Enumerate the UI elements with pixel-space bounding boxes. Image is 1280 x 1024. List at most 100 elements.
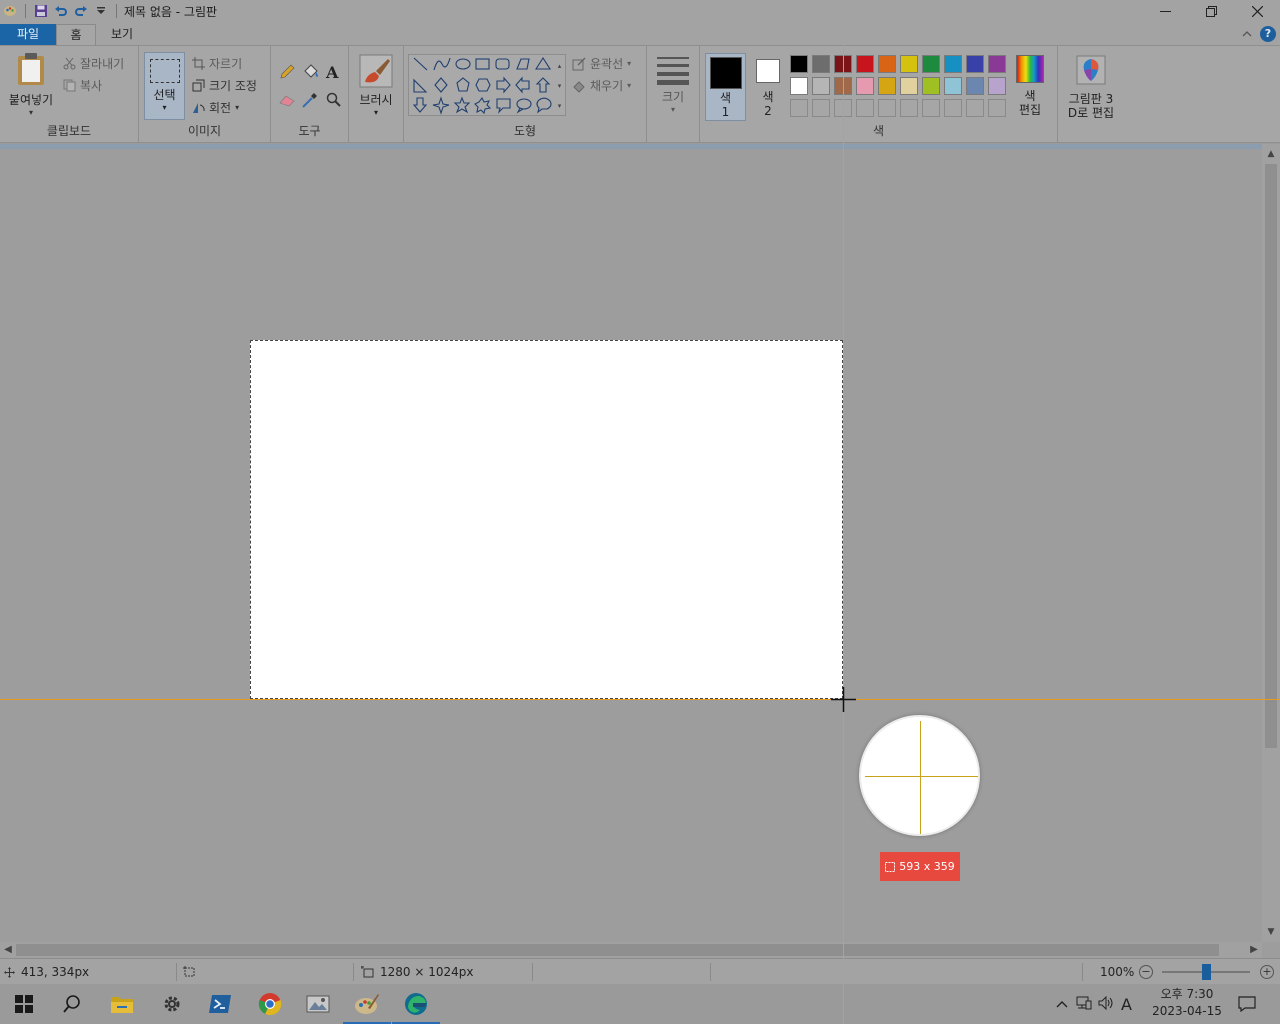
palette-swatch[interactable] [856,77,874,95]
resize-icon [191,79,205,93]
palette-custom-slot[interactable] [878,99,896,117]
palette-custom-slot[interactable] [812,99,830,117]
palette-custom-slot[interactable] [790,99,808,117]
customize-dropdown-icon[interactable] [93,3,109,19]
zoom-in-icon[interactable]: + [1260,965,1274,979]
palette-swatch[interactable] [812,77,830,95]
help-icon[interactable]: ? [1260,26,1276,42]
close-button[interactable] [1234,0,1280,22]
palette-swatch[interactable] [966,77,984,95]
zoom-slider-thumb[interactable] [1202,964,1211,980]
magnifier-icon[interactable] [326,92,341,110]
resize-button[interactable]: 크기 조정 [191,77,257,94]
brushes-button[interactable]: 브러시 ▾ [354,54,398,117]
zoom-out-icon[interactable]: − [1139,965,1153,979]
copy-button[interactable]: 복사 [62,77,102,94]
vertical-scroll-thumb[interactable] [1265,164,1277,748]
minimize-button[interactable] [1142,0,1188,22]
shapes-scroll[interactable]: ▴ ▾ ▾ [554,56,565,116]
canvas-size: 1280 × 1024px [361,959,473,985]
group-colors: 색1 색2 색 편집 색 [700,46,1058,142]
palette-custom-slot[interactable] [900,99,918,117]
paint-app-icon[interactable] [2,3,18,19]
palette-swatch[interactable] [878,55,896,73]
color1-button[interactable]: 색1 [705,53,746,121]
text-tool-icon[interactable]: A [326,63,338,82]
palette-swatch[interactable] [922,55,940,73]
crop-button[interactable]: 자르기 [191,55,242,72]
palette-swatch[interactable] [878,77,896,95]
palette-swatch[interactable] [900,55,918,73]
size-button[interactable]: 크기 ▾ [653,55,693,114]
collapse-ribbon-icon[interactable] [1242,30,1252,38]
scroll-left-icon[interactable]: ◀ [0,942,16,958]
fill-bucket-icon[interactable] [302,64,319,83]
paint-icon[interactable] [343,984,391,1024]
palette-custom-slot[interactable] [922,99,940,117]
photos-icon[interactable] [294,984,342,1024]
palette-custom-slot[interactable] [856,99,874,117]
select-button[interactable]: 선택 ▾ [144,52,185,120]
color2-button[interactable]: 색2 [752,53,784,118]
tab-home[interactable]: 홈 [56,24,96,45]
vertical-scrollbar[interactable]: ▲ ▼ [1262,144,1280,942]
tab-file[interactable]: 파일 [0,24,56,45]
color-picker-icon[interactable] [302,92,318,111]
zoom-level: 100% [1100,965,1135,979]
notifications-icon[interactable] [1226,984,1268,1024]
edit-colors-button[interactable]: 색 편집 [1010,55,1050,117]
fill-button[interactable]: 채우기 ▾ [572,77,631,94]
horizontal-scrollbar[interactable]: ◀ ▶ [0,942,1262,958]
quick-access-toolbar [0,3,120,19]
settings-icon[interactable] [148,984,196,1024]
tab-view[interactable]: 보기 [100,24,144,45]
rotate-button[interactable]: 회전 ▾ [191,99,239,116]
clock[interactable]: 오후 7:30 2023-04-15 [1148,986,1226,1020]
powershell-icon[interactable] [196,984,244,1024]
start-icon[interactable] [0,984,48,1024]
shapes-gallery[interactable] [408,54,566,116]
scroll-up-icon[interactable]: ▲ [1262,146,1280,162]
close-icon [1251,5,1263,17]
edit-with-paint3d-button[interactable]: 그림판 3 D로 편집 [1062,55,1120,120]
network-icon[interactable] [1076,996,1092,1013]
palette-custom-slot[interactable] [944,99,962,117]
undo-icon[interactable] [53,3,69,19]
save-icon[interactable] [33,3,49,19]
volume-icon[interactable] [1098,995,1115,1013]
ime-indicator[interactable]: A [1121,995,1132,1014]
outline-button[interactable]: 윤곽선 ▾ [572,55,631,72]
capture-size-text: 593 x 359 [899,860,955,873]
group-image: 선택 ▾ 자르기 크기 조정 회전 ▾ 이미지 [139,46,271,142]
palette-swatch[interactable] [966,55,984,73]
palette-swatch[interactable] [988,77,1006,95]
palette-swatch[interactable] [922,77,940,95]
ribbon-tabs: 파일 홈 보기 ? [0,22,1280,45]
file-explorer-icon[interactable] [98,984,146,1024]
clock-time: 오후 7:30 [1160,987,1214,1001]
palette-swatch[interactable] [944,55,962,73]
edge-icon[interactable] [392,984,440,1024]
pencil-icon[interactable] [279,64,295,83]
restore-button[interactable] [1188,0,1234,22]
palette-swatch[interactable] [856,55,874,73]
palette-custom-slot[interactable] [988,99,1006,117]
paste-button[interactable]: 붙여넣기 ▾ [4,52,58,117]
redo-icon[interactable] [73,3,89,19]
palette-swatch[interactable] [790,77,808,95]
eraser-icon[interactable] [279,93,296,110]
scroll-down-icon[interactable]: ▼ [1262,924,1280,940]
chrome-icon[interactable] [246,984,294,1024]
palette-swatch[interactable] [900,77,918,95]
scroll-right-icon[interactable]: ▶ [1246,942,1262,958]
palette-swatch[interactable] [790,55,808,73]
search-icon[interactable] [48,984,96,1024]
palette-swatch[interactable] [944,77,962,95]
cut-button[interactable]: 잘라내기 [62,55,124,72]
palette-swatch[interactable] [988,55,1006,73]
palette-custom-slot[interactable] [966,99,984,117]
palette-swatch[interactable] [812,55,830,73]
horizontal-scroll-thumb[interactable] [16,944,1219,956]
drawing-canvas[interactable] [250,340,843,699]
show-hidden-icons-icon[interactable] [1056,997,1068,1011]
